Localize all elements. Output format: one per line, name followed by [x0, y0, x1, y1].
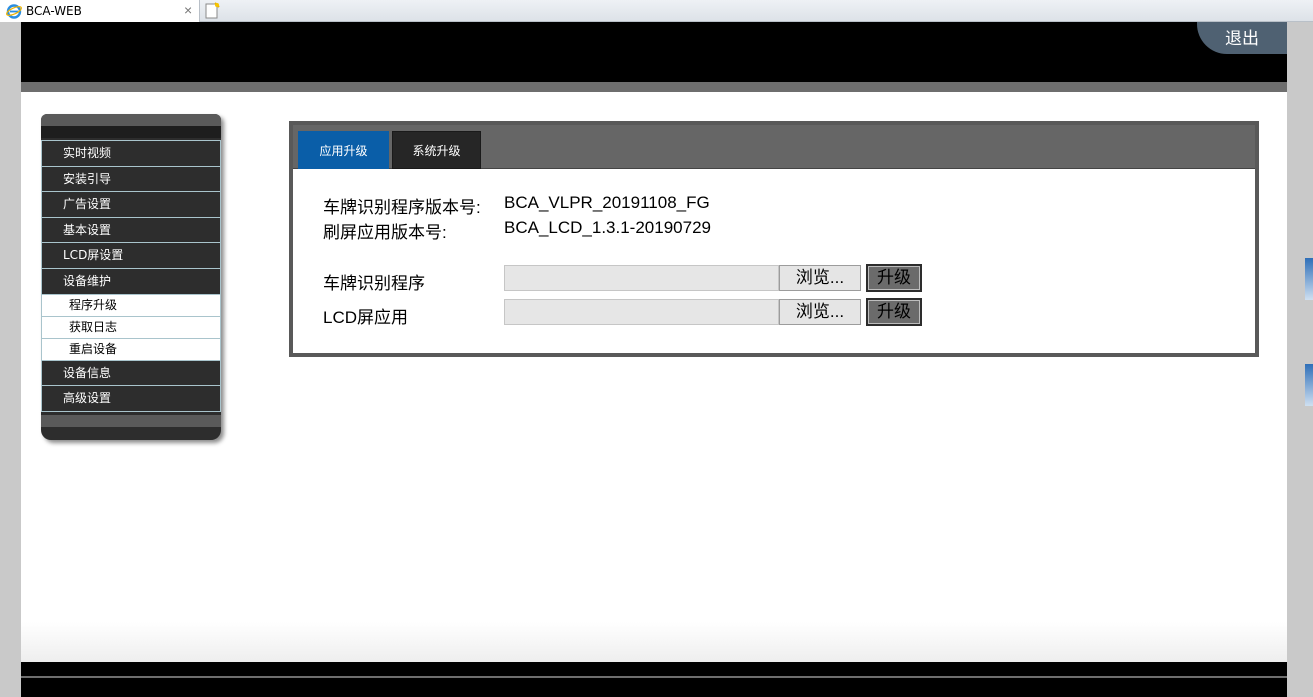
upload-label: 车牌识别程序 [323, 274, 425, 293]
sidebar-item-basic-settings[interactable]: 基本设置 [41, 216, 221, 243]
sidebar-item-ad-settings[interactable]: 广告设置 [41, 191, 221, 217]
web-page: 退出 实时视频 安装引导 广告设置 基本设置 LCD屏设置 设备维护 程序升级 … [21, 22, 1287, 697]
sidebar-top-band [41, 126, 221, 138]
sidebar-subitem-get-logs[interactable]: 获取日志 [41, 315, 221, 338]
page-footer [21, 662, 1287, 697]
tab-app-upgrade[interactable]: 应用升级 [298, 131, 389, 169]
sidebar-subitem-reboot-device[interactable]: 重启设备 [41, 337, 221, 360]
version-value: BCA_LCD_1.3.1-20190729 [504, 218, 711, 237]
sidebar-item-lcd-settings[interactable]: LCD屏设置 [41, 242, 221, 268]
tab-system-upgrade[interactable]: 系统升级 [392, 131, 481, 169]
background-window-sliver [1305, 258, 1313, 438]
browser-tab[interactable]: BCA-WEB × [0, 0, 200, 22]
vlpr-file-input[interactable] [504, 265, 779, 291]
panel-tab-bar: 应用升级 系统升级 [293, 125, 1255, 169]
vlpr-browse-button[interactable]: 浏览... [779, 265, 861, 291]
page-header: 退出 [21, 22, 1287, 82]
logout-button[interactable]: 退出 [1197, 22, 1287, 54]
sidebar-bottom-cap [41, 415, 221, 427]
lcd-browse-button[interactable]: 浏览... [779, 299, 861, 325]
new-tab-icon[interactable] [203, 2, 221, 20]
version-label: 刷屏应用版本号: [323, 223, 447, 242]
version-value: BCA_VLPR_20191108_FG [504, 193, 710, 212]
upgrade-panel: 应用升级 系统升级 车牌识别程序版本号: BCA_VLPR_20191108_F… [289, 121, 1259, 357]
page-bottom-fade [21, 622, 1287, 662]
lcd-file-input[interactable] [504, 299, 779, 325]
footer-divider [21, 676, 1287, 678]
background-window-fragment [1305, 258, 1313, 300]
close-icon[interactable]: × [184, 2, 192, 18]
sidebar-subitem-program-upgrade[interactable]: 程序升级 [41, 293, 221, 316]
sidebar-item-live-video[interactable]: 实时视频 [41, 140, 221, 166]
sidebar-item-device-maintenance[interactable]: 设备维护 [41, 267, 221, 294]
sidebar-item-install-guide[interactable]: 安装引导 [41, 165, 221, 192]
upload-label: LCD屏应用 [323, 308, 409, 327]
lcd-upgrade-button[interactable]: 升级 [866, 298, 922, 326]
internet-explorer-icon [6, 4, 22, 19]
sidebar-item-device-info[interactable]: 设备信息 [41, 359, 221, 386]
browser-tab-strip: BCA-WEB × [0, 0, 1313, 22]
sidebar-menu-list: 实时视频 安装引导 广告设置 基本设置 LCD屏设置 设备维护 程序升级 获取日… [41, 140, 221, 412]
sidebar-menu: 实时视频 安装引导 广告设置 基本设置 LCD屏设置 设备维护 程序升级 获取日… [41, 114, 221, 440]
version-label: 车牌识别程序版本号: [323, 198, 481, 217]
background-window-fragment [1305, 364, 1313, 406]
browser-tab-title: BCA-WEB [26, 4, 82, 18]
vlpr-upgrade-button[interactable]: 升级 [866, 264, 922, 292]
sidebar-item-advanced-settings[interactable]: 高级设置 [41, 385, 221, 411]
sidebar-top-cap [41, 114, 221, 126]
header-divider [21, 82, 1287, 92]
